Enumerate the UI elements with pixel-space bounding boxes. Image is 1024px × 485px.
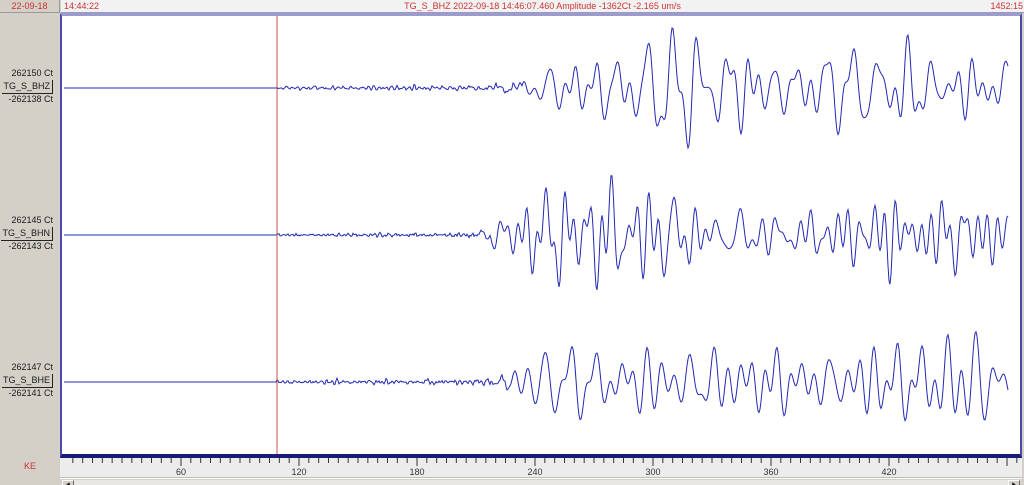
seismogram-trace-2 <box>64 176 1008 290</box>
trace-3-max-counts: 262147 Ct <box>0 361 53 374</box>
trace-3-min-counts: -262141 Ct <box>0 387 53 400</box>
trace-3-channel-text: TG_S_BHE <box>2 374 53 388</box>
horizontal-scrollbar[interactable]: ◄ ► <box>60 478 1022 485</box>
window-end-time: 1452:15 <box>990 0 1023 12</box>
title-band: 14:44:22 TG_S_BHZ 2022-09-18 14:46:07.46… <box>61 0 1024 13</box>
time-axis-ticks: 60 120 180 240 300 360 420 <box>60 458 1022 478</box>
axis-tick-label: 300 <box>645 467 660 477</box>
scroll-right-button[interactable]: ► <box>1008 480 1020 485</box>
trace-1-labels: 262150 Ct TG_S_BHZ -262138 Ct <box>0 67 59 106</box>
scrollbar-track[interactable] <box>74 480 1008 485</box>
axis-tick-label: 420 <box>881 467 896 477</box>
trace-2-min-counts: -262143 Ct <box>0 240 53 253</box>
waveform-plot-area[interactable] <box>60 13 1022 458</box>
network-label: KE <box>0 461 60 471</box>
seismogram-trace-3 <box>64 332 1008 421</box>
trace-2-max-counts: 262145 Ct <box>0 214 53 227</box>
trace-3-labels: 262147 Ct TG_S_BHE -262141 Ct <box>0 361 59 400</box>
trace-3-channel-label[interactable]: TG_S_BHE <box>0 374 53 387</box>
seismogram-trace-1 <box>64 28 1008 148</box>
axis-tick-label: 60 <box>176 467 186 477</box>
date-label: 22-09-18 <box>0 0 60 13</box>
trace-2-channel-text: TG_S_BHN <box>1 227 53 241</box>
time-axis-ruler: 60 120 180 240 300 360 420 <box>60 458 1022 478</box>
axis-tick-label: 360 <box>763 467 778 477</box>
seismogram-canvas[interactable] <box>62 16 1020 454</box>
axis-tick-label: 180 <box>409 467 424 477</box>
trace-2-labels: 262145 Ct TG_S_BHN -262143 Ct <box>0 214 59 253</box>
seismogram-viewer-window: { "header": { "date": "22-09-18", "start… <box>0 0 1024 485</box>
trace-2-channel-label[interactable]: TG_S_BHN <box>0 227 53 240</box>
scroll-left-button[interactable]: ◄ <box>62 480 74 485</box>
trace-1-min-counts: -262138 Ct <box>0 93 53 106</box>
axis-tick-label: 120 <box>291 467 306 477</box>
trace-1-max-counts: 262150 Ct <box>0 67 53 80</box>
axis-tick-label: 240 <box>527 467 542 477</box>
trace-1-channel-text: TG_S_BHZ <box>2 80 53 94</box>
trace-1-channel-label[interactable]: TG_S_BHZ <box>0 80 53 93</box>
pick-info-title: TG_S_BHZ 2022-09-18 14:46:07.460 Amplitu… <box>61 0 1024 12</box>
